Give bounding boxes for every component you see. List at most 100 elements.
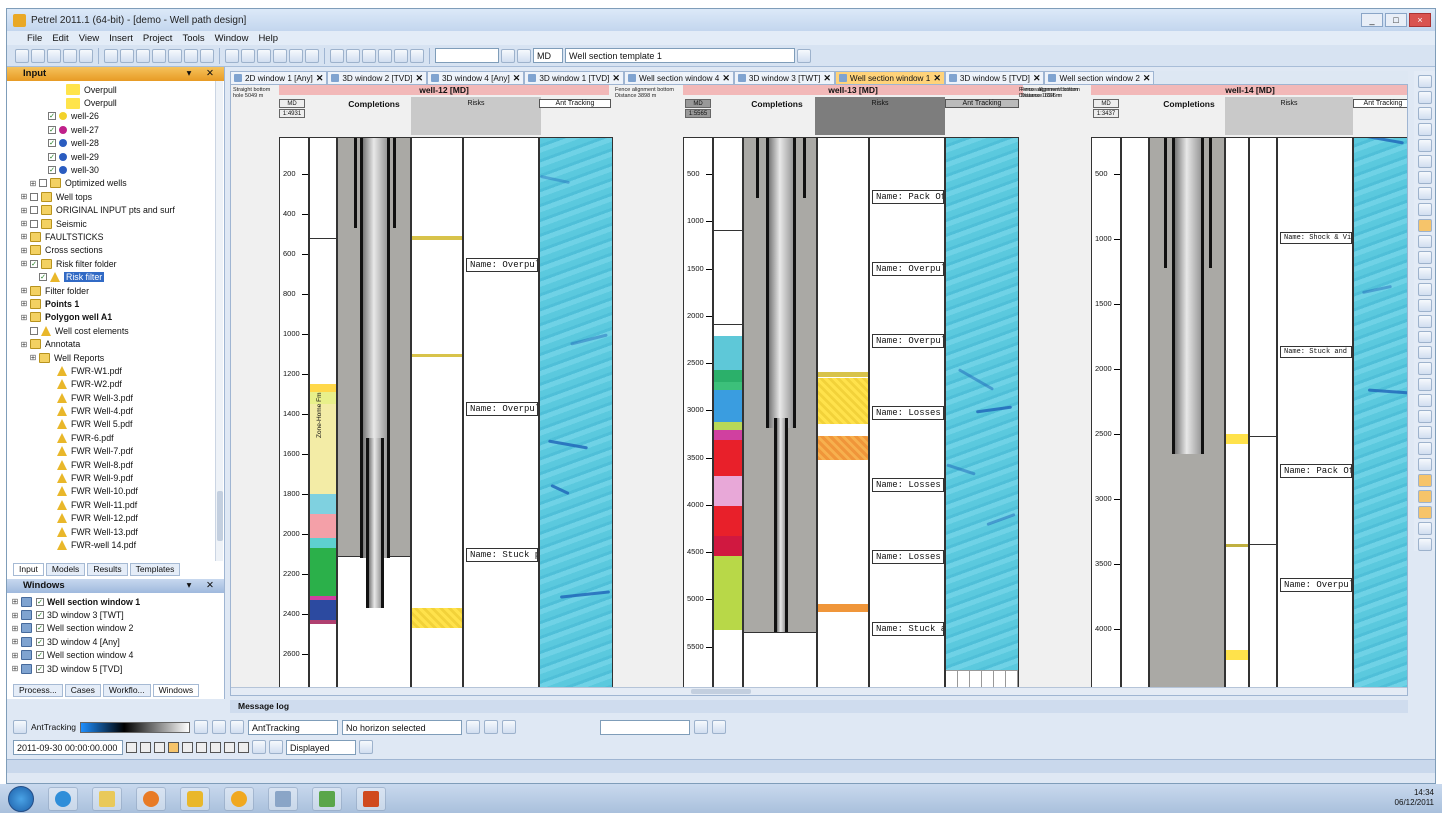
document-tab[interactable]: Well section window 2 ✕ bbox=[1044, 71, 1155, 84]
window-item[interactable]: ⊞ ✓ 3D window 3 [TWT] bbox=[7, 608, 224, 621]
expand-icon[interactable]: ⊞ bbox=[11, 597, 19, 606]
expand-icon[interactable]: ⊞ bbox=[20, 299, 28, 308]
risk-label[interactable]: Name: Stuck and Slip bbox=[1280, 346, 1352, 358]
tree-item[interactable]: FWR Well-4.pdf bbox=[7, 404, 224, 417]
save-all-icon[interactable] bbox=[410, 48, 424, 63]
close-tab-icon[interactable]: ✕ bbox=[1143, 73, 1151, 84]
document-tab[interactable]: 3D window 2 [TVD] ✕ bbox=[327, 71, 427, 84]
tool-icon[interactable] bbox=[1418, 122, 1432, 136]
tree-item[interactable]: ✓ Risk filter bbox=[7, 270, 224, 283]
visibility-checkbox[interactable]: ✓ bbox=[48, 152, 56, 161]
expand-icon[interactable]: ⊞ bbox=[20, 313, 28, 322]
tool-icon[interactable] bbox=[1418, 170, 1432, 184]
expand-icon[interactable]: ⊞ bbox=[11, 624, 19, 633]
media-taskbar-icon[interactable] bbox=[136, 786, 166, 811]
expand-icon[interactable]: ⊞ bbox=[20, 192, 28, 201]
monitor-icon[interactable] bbox=[79, 48, 93, 63]
settings-icon[interactable] bbox=[252, 740, 266, 754]
loop-button[interactable] bbox=[238, 741, 249, 753]
attribute-dropdown[interactable]: AntTracking bbox=[248, 719, 339, 735]
tree-item[interactable]: Overpull bbox=[7, 96, 224, 109]
tree-item[interactable]: ⊞ Seismic bbox=[7, 217, 224, 230]
expand-icon[interactable]: ⊞ bbox=[20, 340, 28, 349]
close-tab-icon[interactable]: ✕ bbox=[933, 73, 941, 84]
tool-icon[interactable] bbox=[1418, 490, 1432, 504]
window-item[interactable]: ⊞ ✓ Well section window 1 bbox=[7, 595, 224, 608]
menu-tools[interactable]: Tools bbox=[182, 33, 204, 44]
datetime-field[interactable]: 2011-09-30 00:00:00.000 bbox=[13, 739, 123, 755]
tool-icon[interactable] bbox=[1418, 378, 1432, 392]
tool-icon[interactable] bbox=[1418, 234, 1432, 248]
tree-item[interactable]: ⊞ Well tops bbox=[7, 190, 224, 203]
tool-icon[interactable] bbox=[1418, 426, 1432, 440]
tree-item[interactable]: ✓ well-26 bbox=[7, 110, 224, 123]
play-button[interactable] bbox=[168, 741, 179, 753]
close-tab-icon[interactable]: ✕ bbox=[722, 73, 730, 84]
tree-item[interactable]: ✓ well-28 bbox=[7, 137, 224, 150]
tool-icon[interactable] bbox=[1418, 298, 1432, 312]
expand-icon[interactable]: ⊞ bbox=[20, 259, 28, 268]
minimize-button[interactable]: _ bbox=[1361, 13, 1383, 27]
tree-item[interactable]: FWR-W1.pdf bbox=[7, 364, 224, 377]
tree-item[interactable]: ⊞ Well Reports bbox=[7, 351, 224, 364]
risk-label[interactable]: Name: Overpull bbox=[1280, 578, 1352, 592]
layer-icon[interactable] bbox=[484, 720, 499, 734]
start-button[interactable] bbox=[8, 785, 34, 812]
risk-label[interactable]: Name: Stuck and Slip bbox=[872, 622, 944, 636]
tool-icon[interactable] bbox=[1418, 458, 1432, 472]
tree-item[interactable]: FWR Well-12.pdf bbox=[7, 512, 224, 525]
tool-icon[interactable] bbox=[1418, 330, 1432, 344]
visibility-checkbox[interactable]: ✓ bbox=[48, 112, 56, 121]
tool-icon[interactable] bbox=[1418, 314, 1432, 328]
visibility-checkbox[interactable]: ✓ bbox=[48, 125, 56, 134]
layers-icon[interactable] bbox=[257, 48, 271, 63]
tool-icon[interactable] bbox=[1418, 394, 1432, 408]
message-log-header[interactable]: Message log bbox=[230, 700, 1408, 713]
zoom-icon[interactable] bbox=[136, 48, 150, 63]
tool-icon[interactable] bbox=[1418, 538, 1432, 552]
tree-item[interactable]: ✓ well-29 bbox=[7, 150, 224, 163]
window-item[interactable]: ⊞ ✓ 3D window 4 [Any] bbox=[7, 635, 224, 648]
window-item[interactable]: ⊞ ✓ Well section window 2 bbox=[7, 622, 224, 635]
expand-icon[interactable]: ⊞ bbox=[20, 219, 28, 228]
visibility-checkbox[interactable] bbox=[30, 192, 38, 201]
tree-item[interactable]: ⊞ ✓ Risk filter folder bbox=[7, 257, 224, 270]
prev-frame-button[interactable] bbox=[140, 741, 151, 753]
tool-icon[interactable] bbox=[1418, 218, 1432, 232]
last-frame-button[interactable] bbox=[224, 741, 235, 753]
refresh-icon[interactable] bbox=[501, 48, 515, 63]
visibility-checkbox[interactable]: ✓ bbox=[36, 624, 44, 633]
first-frame-button[interactable] bbox=[126, 741, 137, 753]
visibility-checkbox[interactable]: ✓ bbox=[39, 273, 47, 282]
tree-item[interactable]: ⊞ Cross sections bbox=[7, 244, 224, 257]
menu-file[interactable]: File bbox=[27, 33, 42, 44]
template-settings-icon[interactable] bbox=[797, 48, 811, 63]
tool-icon[interactable] bbox=[1418, 186, 1432, 200]
menu-insert[interactable]: Insert bbox=[109, 33, 133, 44]
chart-icon[interactable] bbox=[273, 48, 287, 63]
tree-item[interactable]: FWR-well 14.pdf bbox=[7, 538, 224, 551]
tree-item[interactable]: FWR Well 5.pdf bbox=[7, 418, 224, 431]
tool-icon[interactable] bbox=[1418, 266, 1432, 280]
menu-project[interactable]: Project bbox=[143, 33, 173, 44]
expand-icon[interactable]: ⊞ bbox=[20, 246, 28, 255]
document-tab[interactable]: Well section window 4 ✕ bbox=[623, 71, 734, 84]
tree-item[interactable]: FWR-6.pdf bbox=[7, 431, 224, 444]
view-all-icon[interactable] bbox=[152, 48, 166, 63]
close-tab-icon[interactable]: ✕ bbox=[316, 73, 324, 84]
lock-taskbar-icon[interactable] bbox=[180, 786, 210, 811]
tool-icon[interactable] bbox=[1418, 106, 1432, 120]
folder-icon[interactable] bbox=[225, 48, 239, 63]
panel-pin-icon[interactable]: ▾ ✕ bbox=[187, 579, 220, 593]
visibility-checkbox[interactable]: ✓ bbox=[36, 637, 44, 646]
window-icon[interactable] bbox=[378, 48, 392, 63]
close-button[interactable]: × bbox=[1409, 13, 1431, 27]
expand-icon[interactable]: ⊞ bbox=[29, 353, 37, 362]
tree-item[interactable]: ⊞ Filter folder bbox=[7, 284, 224, 297]
template-dropdown[interactable]: Well section template 1 bbox=[565, 48, 795, 63]
table-icon[interactable] bbox=[289, 48, 303, 63]
select-icon[interactable] bbox=[104, 48, 118, 63]
explorer-taskbar-icon[interactable] bbox=[92, 786, 122, 811]
tool-icon[interactable] bbox=[1418, 506, 1432, 520]
visibility-checkbox[interactable] bbox=[30, 219, 38, 228]
